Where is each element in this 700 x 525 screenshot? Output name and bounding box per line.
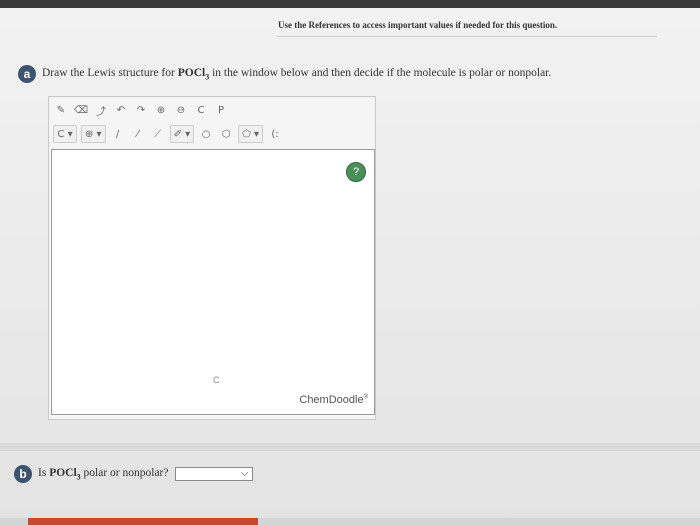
chemdoodle-brand: ChemDoodle® — [299, 394, 368, 406]
references-divider — [277, 36, 657, 37]
wedge-bond-icon[interactable]: ⟋ — [150, 126, 166, 142]
chevron-down-icon: ⌵ — [240, 468, 249, 479]
question-a-formula-main: POCl — [177, 66, 206, 79]
eraser-icon[interactable]: ⌫ — [73, 102, 89, 118]
brand-name: ChemDoodle — [299, 394, 364, 406]
bond-dropdown[interactable]: ✐ ▾ — [169, 125, 195, 143]
question-b-badge: b — [14, 465, 32, 483]
drawing-canvas[interactable]: ? C ChemDoodle® — [51, 149, 375, 415]
question-b-formula: POCl3 — [49, 466, 80, 481]
top-bar — [0, 0, 700, 8]
charge-plus-dropdown[interactable]: ⊕ ▾ — [81, 125, 106, 143]
lasso-icon[interactable]: ⤴ — [93, 102, 109, 118]
ring-dropdown[interactable]: ⬠ ▾ — [238, 125, 264, 143]
section-divider — [0, 443, 700, 451]
question-a-badge: a — [18, 65, 36, 83]
undo-icon[interactable]: ↶ — [113, 102, 129, 118]
question-b-text-after: polar or nonpolar? — [80, 466, 169, 479]
canvas-atom-label[interactable]: C — [213, 375, 220, 385]
question-a-text: Draw the Lewis structure for POCl3 in th… — [42, 67, 551, 81]
brand-mark: ® — [363, 394, 368, 401]
question-a-text-after: in the window below and then decide if t… — [209, 66, 552, 79]
atom-carbon-dropdown[interactable]: C ▾ — [53, 125, 77, 143]
question-b: b Is POCl3 polar or nonpolar? ⌵ — [14, 465, 253, 483]
references-note[interactable]: Use the References to access important v… — [278, 20, 557, 30]
polarity-select[interactable]: ⌵ — [174, 467, 253, 481]
submit-button[interactable] — [28, 518, 258, 525]
zoom-in-icon[interactable]: ⊕ — [153, 102, 169, 118]
ring-cyclohexane-icon[interactable]: ⬡ — [218, 126, 234, 142]
redo-icon[interactable]: ↷ — [133, 102, 149, 118]
clear-icon[interactable]: ✎ — [53, 102, 69, 118]
question-b-text: Is POCl3 polar or nonpolar? — [38, 467, 169, 481]
chemdoodle-editor: ✎ ⌫ ⤴ ↶ ↷ ⊕ ⊖ C P C ▾ ⊕ ▾ / ⁄ ⟋ ✐ ▾ ○ ⬡ ⬠ ▾ (: ? C ChemDo… — [48, 96, 376, 420]
question-a-formula: POCl3 — [177, 66, 209, 81]
question-b-text-before: Is — [38, 466, 50, 479]
question-b-formula-main: POCl — [49, 466, 77, 479]
paste-icon[interactable]: P — [213, 102, 229, 118]
double-bond-icon[interactable]: ⁄ — [130, 126, 146, 142]
copy-icon[interactable]: C — [193, 102, 209, 118]
question-a-text-before: Draw the Lewis structure for — [42, 66, 178, 79]
lone-pair-icon[interactable]: (: — [267, 126, 283, 142]
question-a: a Draw the Lewis structure for POCl3 in … — [18, 64, 658, 84]
toolbar-row-2: C ▾ ⊕ ▾ / ⁄ ⟋ ✐ ▾ ○ ⬡ ⬠ ▾ (: — [53, 123, 283, 145]
ring-cyclopropane-icon[interactable]: ○ — [198, 126, 214, 142]
help-icon[interactable]: ? — [346, 162, 366, 182]
single-bond-icon[interactable]: / — [110, 126, 126, 142]
zoom-out-icon[interactable]: ⊖ — [173, 102, 189, 118]
toolbar-row-1: ✎ ⌫ ⤴ ↶ ↷ ⊕ ⊖ C P — [53, 99, 229, 121]
